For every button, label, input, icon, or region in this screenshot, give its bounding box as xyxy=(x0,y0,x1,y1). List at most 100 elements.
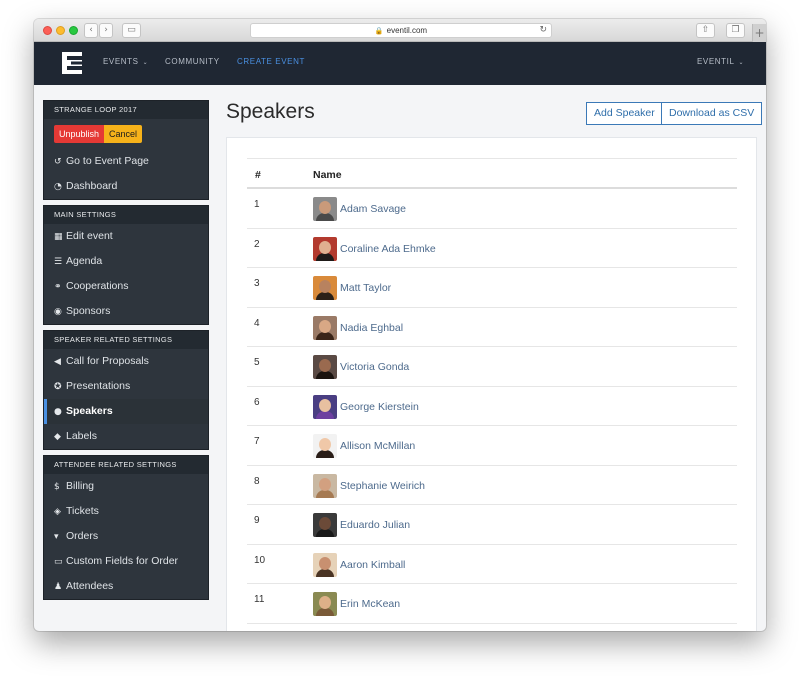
share-icon[interactable]: ⇧ xyxy=(696,23,715,38)
sidebar-item-labels[interactable]: ◆ Labels xyxy=(44,424,208,449)
event-panel-title: STRANGE LOOP 2017 xyxy=(44,101,208,119)
eventil-logo[interactable] xyxy=(62,52,82,74)
cancel-button[interactable]: Cancel xyxy=(104,125,143,143)
chevron-right-icon[interactable]: › xyxy=(99,23,113,38)
url-text: eventil.com xyxy=(386,26,428,35)
sidebar-item-custom-fields[interactable]: ▭ Custom Fields for Order xyxy=(44,549,208,574)
avatar[interactable] xyxy=(313,473,337,498)
speaker-name-link[interactable]: Coraline Ada Ehmke xyxy=(340,243,436,255)
speaker-name-link[interactable]: Victoria Gonda xyxy=(340,361,409,373)
row-number: 10 xyxy=(254,554,266,566)
sidebar-item-orders[interactable]: ▾ Orders xyxy=(44,524,208,549)
speakers-table: # Name 1 Adam Savage 2 Coraline Ada Ehmke 3 M… xyxy=(247,158,737,624)
sidebar-item-tickets[interactable]: ◈ Tickets xyxy=(44,499,208,524)
avatar-body-shape xyxy=(316,213,334,221)
table-row: 11 Erin McKean xyxy=(247,584,737,624)
speaker-name-link[interactable]: Adam Savage xyxy=(340,203,406,215)
tabs-overview-icon[interactable]: ❐ xyxy=(726,23,745,38)
sidebar-item-edit-event[interactable]: ▦ Edit event xyxy=(44,224,208,249)
table-row: 10 Aaron Kimball xyxy=(247,545,737,584)
avatar[interactable] xyxy=(313,236,337,261)
speaker-name-link[interactable]: George Kierstein xyxy=(340,401,419,413)
sidebar-item-label: Tickets xyxy=(66,505,99,517)
sidebar-item-label: Dashboard xyxy=(66,180,118,192)
sidebar-item-sponsors[interactable]: ◉ Sponsors xyxy=(44,299,208,324)
dashboard-icon: ◔ xyxy=(54,182,62,192)
avatar[interactable] xyxy=(313,276,337,300)
main-settings-panel: MAIN SETTINGS ▦ Edit event ☰ Agenda ⚭ Coope… xyxy=(43,205,209,325)
avatar[interactable] xyxy=(313,434,337,458)
sidebar-item-attendees[interactable]: ♟ Attendees xyxy=(44,574,208,599)
add-speaker-button[interactable]: Add Speaker xyxy=(586,102,663,125)
avatar[interactable] xyxy=(313,394,337,419)
speaker-name-link[interactable]: Allison McMillan xyxy=(340,440,415,452)
sidebar-item-label: Custom Fields for Order xyxy=(66,555,179,567)
nav-events[interactable]: EVENTS ⌄ xyxy=(103,57,148,66)
avatar[interactable] xyxy=(313,315,337,340)
table-row: 8 Stephanie Weirich xyxy=(247,466,737,505)
settings-sidebar: STRANGE LOOP 2017 Unpublish Cancel ↺ Go t… xyxy=(43,100,209,605)
sidebar-item-go-to-event-page[interactable]: ↺ Go to Event Page xyxy=(44,149,208,174)
avatar-body-shape xyxy=(316,529,334,537)
speaker-settings-title: SPEAKER RELATED SETTINGS xyxy=(44,331,208,349)
table-body: 1 Adam Savage 2 Coraline Ada Ehmke 3 Matt Tay… xyxy=(247,189,737,624)
avatar-head-shape xyxy=(319,240,331,254)
attendee-settings-panel: ATTENDEE RELATED SETTINGS $ Billing ◈ Tick… xyxy=(43,455,209,600)
calendar-icon: ▦ xyxy=(54,232,63,242)
table-row: 6 George Kierstein xyxy=(247,387,737,426)
sidebar-item-speakers[interactable]: ● Speakers xyxy=(44,399,208,424)
unpublish-button[interactable]: Unpublish xyxy=(54,125,105,143)
avatar-head-shape xyxy=(319,596,331,609)
user-circle-icon: ◉ xyxy=(54,307,62,317)
sidebar-item-label: Speakers xyxy=(66,405,113,417)
sidebar-item-label: Go to Event Page xyxy=(66,155,149,167)
row-number: 4 xyxy=(254,317,260,329)
zoom-window-button[interactable] xyxy=(69,26,78,35)
chevron-left-icon[interactable]: ‹ xyxy=(84,23,98,38)
sidebar-item-label: Call for Proposals xyxy=(66,355,149,367)
minimize-window-button[interactable] xyxy=(56,26,65,35)
avatar-head-shape xyxy=(319,398,331,412)
avatar-head-shape xyxy=(319,517,331,530)
speaker-name-link[interactable]: Aaron Kimball xyxy=(340,559,405,571)
row-number: 3 xyxy=(254,278,260,289)
sidebar-toggle-icon[interactable]: ▭ xyxy=(122,23,141,38)
avatar-head-shape xyxy=(319,319,331,333)
nav-community[interactable]: COMMUNITY xyxy=(165,57,220,66)
sidebar-item-call-for-proposals[interactable]: ◀ Call for Proposals xyxy=(44,349,208,374)
speaker-name-link[interactable]: Nadia Eghbal xyxy=(340,322,403,334)
list-icon: ☰ xyxy=(54,257,63,267)
browser-titlebar: ‹ › ▭ 🔒 eventil.com ↻ ⇧ ❐ + xyxy=(34,19,766,42)
new-tab-button[interactable]: + xyxy=(752,24,766,42)
event-panel: STRANGE LOOP 2017 Unpublish Cancel ↺ Go t… xyxy=(43,100,209,200)
tags-icon: ◆ xyxy=(54,432,61,442)
speaker-name-link[interactable]: Stephanie Weirich xyxy=(340,480,425,492)
speaker-name-link[interactable]: Matt Taylor xyxy=(340,282,391,294)
speaker-name-link[interactable]: Erin McKean xyxy=(340,598,400,610)
nav-events-label: EVENTS xyxy=(103,57,139,66)
avatar[interactable] xyxy=(313,355,337,379)
speaker-name-link[interactable]: Eduardo Julian xyxy=(340,519,410,531)
avatar[interactable] xyxy=(313,552,337,577)
reload-icon[interactable]: ↻ xyxy=(539,24,547,37)
row-number: 7 xyxy=(254,436,260,447)
address-bar[interactable]: 🔒 eventil.com ↻ xyxy=(250,23,552,38)
nav-user-menu[interactable]: EVENTIL ⌄ xyxy=(697,57,744,66)
sidebar-item-billing[interactable]: $ Billing xyxy=(44,474,208,499)
table-row: 5 Victoria Gonda xyxy=(247,347,737,387)
sidebar-item-presentations[interactable]: ✪ Presentations xyxy=(44,374,208,399)
sidebar-item-cooperations[interactable]: ⚭ Cooperations xyxy=(44,274,208,299)
sidebar-item-dashboard[interactable]: ◔ Dashboard xyxy=(44,174,208,199)
avatar[interactable] xyxy=(313,197,337,221)
avatar[interactable] xyxy=(313,592,337,616)
avatar[interactable] xyxy=(313,513,337,537)
download-csv-button[interactable]: Download as CSV xyxy=(661,102,763,125)
sidebar-item-label: Agenda xyxy=(66,255,103,267)
avatar-body-shape xyxy=(316,371,334,379)
avatar-body-shape xyxy=(316,331,334,340)
sidebar-item-label: Cooperations xyxy=(66,280,129,292)
close-window-button[interactable] xyxy=(43,26,52,35)
nav-create-event[interactable]: CREATE EVENT xyxy=(237,57,305,66)
table-row: 1 Adam Savage xyxy=(247,189,737,229)
sidebar-item-agenda[interactable]: ☰ Agenda xyxy=(44,249,208,274)
